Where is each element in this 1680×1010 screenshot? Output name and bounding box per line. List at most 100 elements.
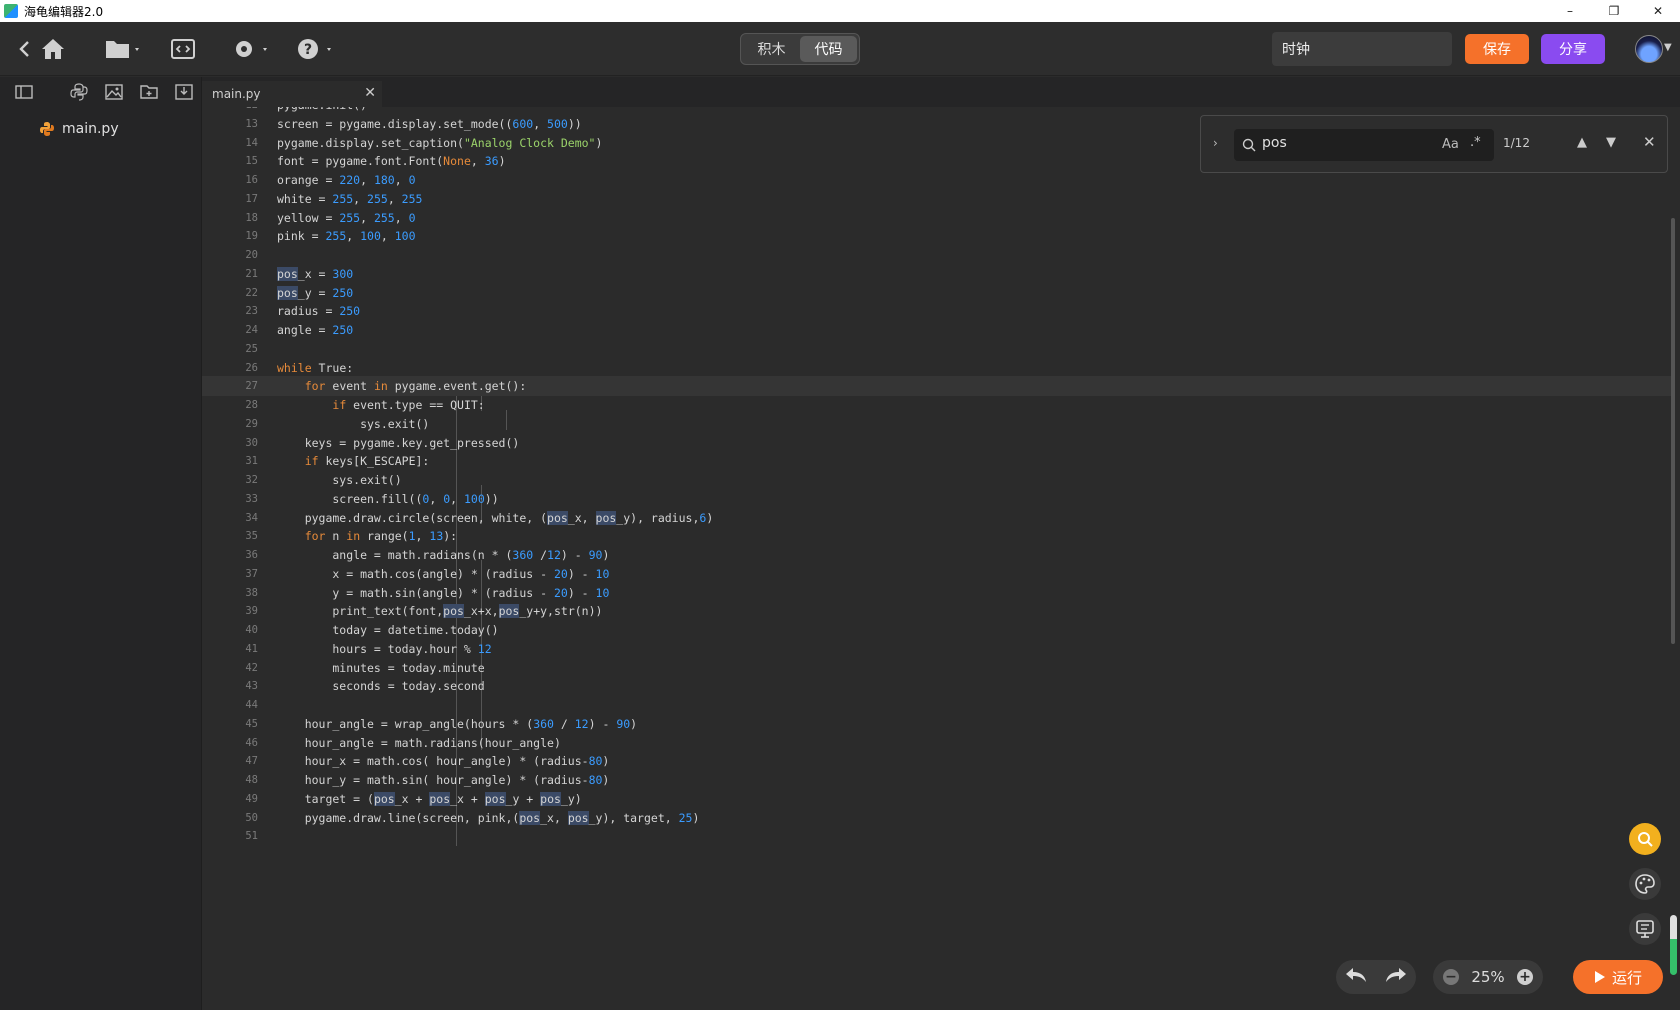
settings-gear-icon[interactable] — [232, 34, 272, 64]
code-line[interactable]: 17 white = 255, 255, 255 — [202, 189, 1672, 209]
code-line[interactable]: 42 minutes = today.minute — [202, 658, 1672, 678]
code-line[interactable]: 36 angle = math.radians(n * (360 /12) - … — [202, 545, 1672, 565]
find-input[interactable]: pos Aa .* — [1234, 129, 1494, 161]
line-number: 35 — [245, 530, 258, 543]
line-number: 42 — [245, 661, 258, 674]
code-line[interactable]: 29 sys.exit() — [202, 414, 1672, 434]
code-line[interactable]: 43 seconds = today.second — [202, 676, 1672, 696]
close-window-button[interactable]: ✕ — [1636, 0, 1680, 22]
new-folder-icon[interactable] — [131, 77, 166, 107]
code-line[interactable]: 22 pos_y = 250 — [202, 283, 1672, 303]
tab-code[interactable]: 代码 — [800, 36, 857, 62]
code-text: for event in pygame.event.get(): — [304, 379, 527, 394]
code-line[interactable]: 46 hour_angle = math.radians(hour_angle) — [202, 733, 1672, 753]
search-fab-icon[interactable] — [1629, 823, 1661, 855]
tab-main-py[interactable]: main.py ✕ — [202, 81, 382, 107]
code-line[interactable]: 48 hour_y = math.sin( hour_angle) * (rad… — [202, 770, 1672, 790]
line-number: 45 — [245, 717, 258, 730]
code-line[interactable]: 32 sys.exit() — [202, 470, 1672, 490]
previous-match-icon[interactable]: ▲ — [1577, 135, 1587, 150]
code-line[interactable]: 27 for event in pygame.event.get(): — [202, 376, 1672, 397]
code-text: if keys[K_ESCAPE]: — [304, 454, 430, 469]
code-line[interactable]: 26 while True: — [202, 358, 1672, 378]
top-toolbar: ? 积木 代码 时钟 保存 分享 ▼ — [0, 22, 1680, 76]
line-number: 21 — [245, 267, 258, 280]
toggle-sidebar-icon[interactable] — [6, 77, 41, 107]
code-line[interactable]: 18 yellow = 255, 255, 0 — [202, 208, 1672, 228]
editor-tabs: main.py ✕ — [202, 77, 1680, 107]
code-line[interactable]: 34 pygame.draw.circle(screen, white, (po… — [202, 508, 1672, 528]
image-icon[interactable] — [96, 77, 131, 107]
code-line[interactable]: 16 orange = 220, 180, 0 — [202, 170, 1672, 190]
zoom-in-icon[interactable]: + — [1517, 969, 1533, 985]
zoom-out-icon[interactable]: − — [1443, 969, 1459, 985]
code-text: today = datetime.today() — [277, 623, 499, 637]
code-view-icon[interactable] — [170, 34, 196, 64]
home-icon[interactable] — [38, 34, 68, 64]
code-line[interactable]: 19 pink = 255, 100, 100 — [202, 226, 1672, 246]
back-icon[interactable] — [14, 34, 34, 64]
code-editor[interactable]: 12pygame.init()13screen = pygame.display… — [202, 107, 1680, 1010]
restore-button[interactable]: ❐ — [1592, 0, 1636, 22]
code-text: yellow = 255, 255, 0 — [277, 210, 416, 225]
code-text: angle = math.radians(n * (360 /12) - 90) — [277, 548, 610, 562]
code-line[interactable]: 51 — [202, 826, 1672, 846]
line-number: 25 — [245, 342, 258, 355]
chevron-right-icon[interactable]: › — [1213, 136, 1218, 150]
undo-icon[interactable] — [1345, 967, 1367, 988]
vertical-scrollbar[interactable] — [1671, 218, 1675, 644]
python-file-icon[interactable] — [61, 77, 96, 107]
code-text: hour_angle = math.radians(hour_angle) — [277, 735, 561, 750]
code-line[interactable]: 28 if event.type == QUIT: — [202, 395, 1672, 415]
code-line[interactable]: 24 angle = 250 — [202, 320, 1672, 340]
code-line[interactable]: 39 print_text(font,pos_x+x,pos_y+y,str(n… — [202, 601, 1672, 621]
save-button[interactable]: 保存 — [1465, 34, 1529, 64]
regex-toggle[interactable]: .* — [1470, 135, 1481, 150]
code-line[interactable]: 47 hour_x = math.cos( hour_angle) * (rad… — [202, 751, 1672, 771]
chevron-down-icon[interactable]: ▼ — [1664, 42, 1672, 53]
code-line[interactable]: 35 for n in range(1, 13): — [202, 526, 1672, 546]
redo-icon[interactable] — [1385, 967, 1407, 988]
minimize-button[interactable]: – — [1548, 0, 1592, 22]
line-number: 41 — [245, 642, 258, 655]
app-logo-icon — [4, 4, 18, 18]
monitor-icon[interactable] — [1629, 913, 1661, 945]
project-name-field[interactable]: 时钟 — [1272, 32, 1452, 66]
search-icon — [1242, 137, 1256, 156]
next-match-icon[interactable]: ▼ — [1606, 135, 1616, 150]
line-number: 49 — [245, 792, 258, 805]
code-line[interactable]: 25 — [202, 339, 1672, 359]
line-number: 48 — [245, 774, 258, 786]
code-line[interactable]: 37 x = math.cos(angle) * (radius - 20) -… — [202, 564, 1672, 584]
code-line[interactable]: 45 hour_angle = wrap_angle(hours * (360 … — [202, 714, 1672, 734]
code-text: angle = 250 — [277, 323, 354, 337]
code-text: sys.exit() — [277, 416, 430, 431]
help-icon[interactable]: ? — [296, 34, 336, 64]
code-line[interactable]: 40 today = datetime.today() — [202, 620, 1672, 640]
code-line[interactable]: 33 screen.fill((0, 0, 100)) — [202, 489, 1672, 509]
download-icon[interactable] — [166, 77, 201, 107]
close-find-icon[interactable]: ✕ — [1643, 133, 1656, 151]
line-number: 34 — [245, 511, 258, 524]
code-text: target = (pos_x + pos_x + pos_y + pos_y) — [277, 791, 582, 806]
palette-icon[interactable] — [1629, 868, 1661, 900]
user-avatar[interactable] — [1635, 35, 1663, 63]
code-line[interactable]: 31 if keys[K_ESCAPE]: — [202, 451, 1672, 471]
code-line[interactable]: 44 — [202, 695, 1672, 715]
code-line[interactable]: 23 radius = 250 — [202, 301, 1672, 321]
share-button[interactable]: 分享 — [1541, 34, 1605, 64]
code-line[interactable]: 50 pygame.draw.line(screen, pink,(pos_x,… — [202, 808, 1672, 828]
run-button[interactable]: 运行 — [1573, 960, 1663, 994]
folder-menu-icon[interactable] — [104, 34, 144, 64]
code-line[interactable]: 30 keys = pygame.key.get_pressed() — [202, 433, 1672, 453]
tab-blocks[interactable]: 积木 — [743, 36, 800, 62]
code-line[interactable]: 21 pos_x = 300 — [202, 264, 1672, 284]
code-line[interactable]: 38 y = math.sin(angle) * (radius - 20) -… — [202, 583, 1672, 603]
file-item-main-py[interactable]: main.py — [0, 115, 201, 143]
python-logo-icon — [40, 122, 54, 136]
code-line[interactable]: 20 — [202, 245, 1672, 265]
code-line[interactable]: 49 target = (pos_x + pos_x + pos_y + pos… — [202, 789, 1672, 809]
match-case-toggle[interactable]: Aa — [1442, 137, 1459, 152]
close-tab-icon[interactable]: ✕ — [364, 85, 376, 101]
code-line[interactable]: 41 hours = today.hour % 12 — [202, 639, 1672, 659]
